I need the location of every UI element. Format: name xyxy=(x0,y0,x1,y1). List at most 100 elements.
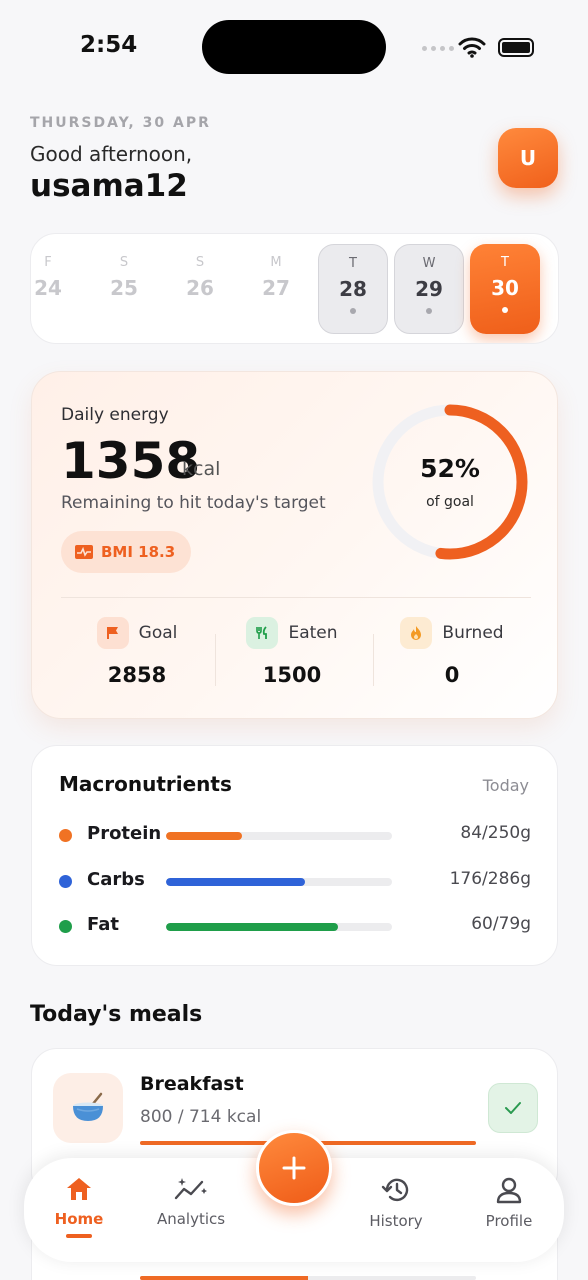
macro-progress-bar xyxy=(166,878,392,886)
macro-name: Carbs xyxy=(87,869,145,890)
macro-name: Fat xyxy=(87,914,119,935)
bmi-value: BMI 18.3 xyxy=(101,543,176,561)
macro-name: Protein xyxy=(87,823,162,844)
day-29[interactable]: W 29 xyxy=(394,244,464,334)
day-number: 30 xyxy=(491,276,519,300)
meal-done-checkbox[interactable] xyxy=(488,1083,538,1133)
macros-period: Today xyxy=(482,776,529,795)
tab-profile[interactable]: Profile xyxy=(459,1176,559,1230)
tab-history[interactable]: History xyxy=(346,1176,446,1230)
tab-history-label: History xyxy=(369,1212,423,1230)
current-date: THURSDAY, 30 APR xyxy=(30,115,211,131)
status-bar: 2:54 xyxy=(0,0,588,95)
divider xyxy=(373,634,374,686)
macro-row-fat: Fat 60/79g xyxy=(59,913,531,939)
day-24[interactable]: F 24 xyxy=(31,244,83,334)
macros-title: Macronutrients xyxy=(59,772,232,796)
energy-label: Daily energy xyxy=(61,405,169,425)
day-number: 29 xyxy=(415,277,443,301)
day-letter: F xyxy=(44,255,52,270)
battery-icon xyxy=(498,38,534,57)
macro-progress-bar xyxy=(166,832,392,840)
day-letter: T xyxy=(349,256,357,271)
profile-icon xyxy=(496,1177,522,1204)
macro-row-protein: Protein 84/250g xyxy=(59,822,531,848)
check-icon xyxy=(505,1102,521,1114)
stat-burned-value: 0 xyxy=(444,663,460,687)
logged-dot xyxy=(502,307,508,313)
day-number: 24 xyxy=(34,276,62,300)
week-strip: F 24 S 25 S 26 M 27 T 28 W 29 T 30 xyxy=(30,233,559,344)
greeting: Good afternoon, xyxy=(30,142,193,166)
plus-icon xyxy=(282,1156,306,1180)
signal-icon xyxy=(422,46,454,51)
macro-amount: 84/250g xyxy=(460,823,531,843)
macro-amount: 60/79g xyxy=(471,914,531,934)
day-number: 25 xyxy=(110,276,138,300)
dynamic-island xyxy=(202,20,386,74)
macro-progress-fill xyxy=(166,878,305,886)
day-27[interactable]: M 27 xyxy=(241,244,311,334)
stat-eaten: Eaten 1500 xyxy=(217,617,367,687)
tab-home-label: Home xyxy=(54,1210,104,1228)
macro-row-carbs: Carbs 176/286g xyxy=(59,868,531,894)
macro-color-dot xyxy=(59,875,72,888)
macro-color-dot xyxy=(59,920,72,933)
home-icon xyxy=(67,1178,91,1200)
day-letter: W xyxy=(422,256,436,271)
energy-value: 1358 xyxy=(61,432,201,490)
tab-profile-label: Profile xyxy=(485,1212,533,1230)
status-time: 2:54 xyxy=(80,32,138,58)
energy-unit: kcal xyxy=(182,458,221,480)
wifi-icon xyxy=(458,37,486,58)
macro-progress-fill xyxy=(166,923,338,931)
daily-energy-card: Daily energy 1358 kcal Remaining to hit … xyxy=(31,371,558,719)
bmi-badge[interactable]: BMI 18.3 xyxy=(61,531,191,573)
active-tab-indicator xyxy=(66,1234,92,1238)
divider xyxy=(215,634,216,686)
tab-home[interactable]: Home xyxy=(29,1176,129,1238)
day-number: 28 xyxy=(339,277,367,301)
fork-knife-icon xyxy=(246,617,279,649)
day-letter: S xyxy=(195,255,205,270)
tab-analytics-label: Analytics xyxy=(156,1210,226,1228)
bowl-icon xyxy=(53,1073,123,1143)
meals-section-title: Today's meals xyxy=(30,1002,203,1027)
day-28[interactable]: T 28 xyxy=(318,244,388,334)
day-number: 27 xyxy=(262,276,290,300)
stat-goal-label: Goal xyxy=(138,623,178,643)
meal-kcal: 800 / 714 kcal xyxy=(140,1107,262,1127)
meal-name: Breakfast xyxy=(140,1073,244,1095)
macro-progress-fill xyxy=(166,832,242,840)
logged-dot xyxy=(426,308,432,314)
goal-percent: 52% xyxy=(420,454,480,483)
day-26[interactable]: S 26 xyxy=(165,244,235,334)
logged-dot xyxy=(350,308,356,314)
day-letter: T xyxy=(501,255,509,270)
macro-amount: 176/286g xyxy=(449,869,531,889)
stat-burned: Burned 0 xyxy=(377,617,527,687)
day-letter: M xyxy=(270,255,282,270)
stat-goal-value: 2858 xyxy=(107,663,167,687)
username: usama12 xyxy=(30,168,188,204)
divider xyxy=(61,597,531,598)
stat-eaten-label: Eaten xyxy=(288,623,338,643)
add-meal-button[interactable] xyxy=(256,1130,332,1206)
day-25[interactable]: S 25 xyxy=(89,244,159,334)
avatar-button[interactable]: U xyxy=(498,128,558,188)
day-number: 26 xyxy=(186,276,214,300)
energy-subtitle: Remaining to hit today's target xyxy=(61,493,326,513)
macronutrients-card: Macronutrients Today Protein 84/250g Carbs… xyxy=(31,745,558,966)
macro-color-dot xyxy=(59,829,72,842)
flag-icon xyxy=(96,617,129,649)
stat-eaten-value: 1500 xyxy=(262,663,322,687)
flame-icon xyxy=(400,617,433,649)
analytics-icon xyxy=(174,1178,207,1200)
goal-percent-label: of goal xyxy=(426,494,474,510)
macro-progress-bar xyxy=(166,923,392,931)
day-30[interactable]: T 30 xyxy=(470,244,540,334)
day-letter: S xyxy=(119,255,129,270)
history-icon xyxy=(381,1178,409,1202)
stat-burned-label: Burned xyxy=(442,623,504,643)
tab-analytics[interactable]: Analytics xyxy=(141,1176,241,1228)
